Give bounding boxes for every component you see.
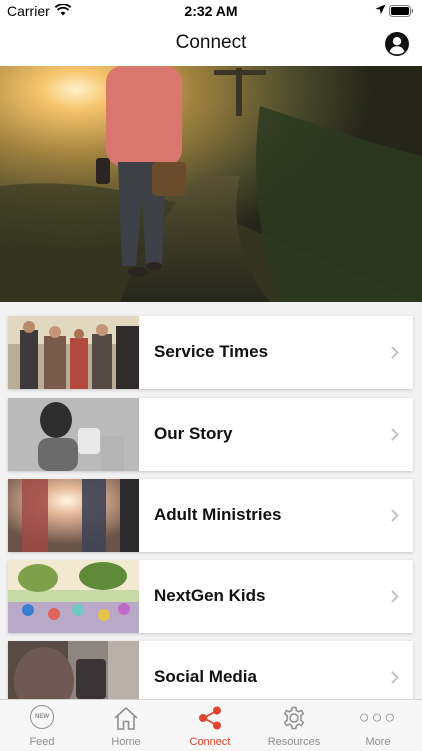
page-title: Connect bbox=[175, 32, 247, 53]
tab-label: Resources bbox=[267, 736, 321, 748]
list-item-label: Our Story bbox=[154, 424, 233, 443]
status-bar: Carrier 2:32 AM bbox=[0, 0, 422, 22]
list-item-adult-ministries[interactable]: Adult Ministries bbox=[8, 479, 413, 552]
chevron-right-icon bbox=[391, 346, 399, 359]
tab-home[interactable]: Home bbox=[84, 700, 168, 751]
tab-feed[interactable]: NEW Feed bbox=[0, 700, 84, 751]
tab-label: Feed bbox=[29, 736, 55, 748]
tab-connect[interactable]: Connect bbox=[168, 700, 252, 751]
tab-resources[interactable]: Resources bbox=[252, 700, 336, 751]
connect-list: Service Times Our Story Adult Ministries… bbox=[0, 302, 422, 699]
our-story-thumbnail bbox=[8, 398, 139, 471]
battery-icon bbox=[389, 5, 414, 17]
new-badge-icon: NEW bbox=[0, 705, 84, 729]
tab-label: More bbox=[365, 736, 391, 748]
list-item-nextgen-kids[interactable]: NextGen Kids bbox=[8, 560, 413, 633]
chevron-right-icon bbox=[391, 509, 399, 522]
list-item-service-times[interactable]: Service Times bbox=[8, 316, 413, 389]
list-item-label: Adult Ministries bbox=[154, 505, 282, 524]
location-arrow-icon bbox=[375, 4, 386, 15]
tab-label: Connect bbox=[189, 736, 231, 748]
list-item-label: Social Media bbox=[154, 667, 257, 686]
service-times-thumbnail bbox=[8, 316, 139, 389]
nextgen-kids-thumbnail bbox=[8, 560, 139, 633]
tab-bar: NEW Feed Home Connect Resources ○○○ More bbox=[0, 699, 422, 751]
house-icon bbox=[114, 706, 138, 730]
chevron-right-icon bbox=[391, 590, 399, 603]
hero-image bbox=[0, 66, 422, 302]
share-icon bbox=[199, 706, 221, 730]
social-media-thumbnail bbox=[8, 641, 139, 699]
ellipsis-icon: ○○○ bbox=[358, 707, 398, 727]
list-item-our-story[interactable]: Our Story bbox=[8, 398, 413, 471]
list-item-social-media[interactable]: Social Media bbox=[8, 641, 413, 699]
list-item-label: NextGen Kids bbox=[154, 586, 266, 605]
list-item-label: Service Times bbox=[154, 342, 269, 361]
adult-ministries-thumbnail bbox=[8, 479, 139, 552]
gear-icon bbox=[283, 706, 305, 730]
navigation-bar: Connect bbox=[0, 22, 422, 66]
tab-label: Home bbox=[111, 736, 141, 748]
status-time: 2:32 AM bbox=[184, 3, 238, 19]
chevron-right-icon bbox=[391, 428, 399, 441]
profile-icon[interactable] bbox=[385, 32, 409, 56]
hero-illustration bbox=[0, 66, 422, 302]
chevron-right-icon bbox=[391, 671, 399, 684]
tab-more[interactable]: ○○○ More bbox=[336, 700, 420, 751]
